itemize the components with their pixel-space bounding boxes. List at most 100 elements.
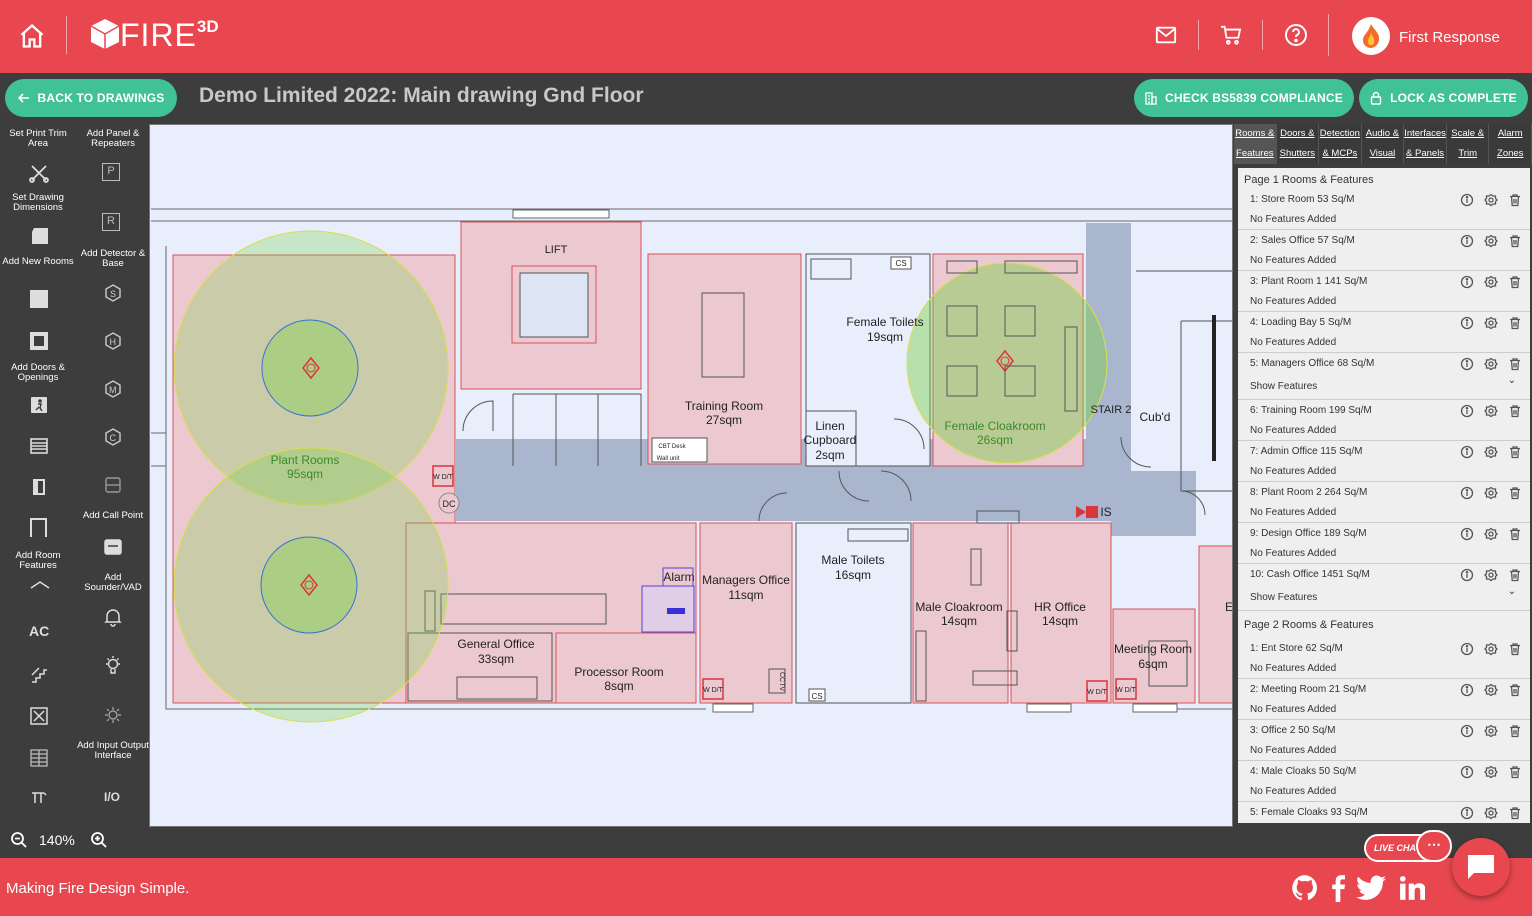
trash-icon[interactable] <box>1508 193 1522 212</box>
smoke-detector-icon[interactable]: S <box>104 284 128 308</box>
info-icon[interactable] <box>1460 806 1474 823</box>
trash-icon[interactable] <box>1508 683 1522 702</box>
room-list-item[interactable]: 6: Training Room 199 Sq/M No Features Add… <box>1238 400 1530 441</box>
room-shape-icon[interactable] <box>30 226 54 250</box>
room-list-item[interactable]: 10: Cash Office 1451 Sq/M Show Features ⌄ <box>1238 564 1530 611</box>
add-detector-base-tool[interactable]: Add Detector & Base <box>77 249 149 269</box>
settings-icon[interactable] <box>1484 642 1498 661</box>
set-print-trim-tool[interactable]: Set Print Trim Area <box>2 129 74 149</box>
github-icon[interactable] <box>1291 874 1319 907</box>
room-list-item[interactable]: 4: Male Cloaks 50 Sq/M No Features Added <box>1238 761 1530 802</box>
sounder-icon[interactable] <box>104 539 128 563</box>
user-name[interactable]: First Response <box>1399 29 1500 46</box>
info-icon[interactable] <box>1460 683 1474 702</box>
add-call-point-tool[interactable]: Add Call Point <box>77 511 149 521</box>
info-icon[interactable] <box>1460 404 1474 423</box>
help-icon[interactable] <box>1284 23 1308 52</box>
tab-detection[interactable]: Detection & MCPs <box>1319 124 1362 164</box>
trash-icon[interactable] <box>1508 806 1522 823</box>
room-list-item[interactable]: 2: Meeting Room 21 Sq/M No Features Added <box>1238 679 1530 720</box>
tab-rooms[interactable]: Rooms & Features <box>1234 124 1277 164</box>
settings-icon[interactable] <box>1484 445 1498 464</box>
tab-audio[interactable]: Audio & Visual <box>1362 124 1405 164</box>
check-compliance-button[interactable]: CHECK BS5839 COMPLIANCE <box>1134 79 1354 117</box>
call-point-icon[interactable] <box>104 476 128 500</box>
room-list-item[interactable]: 1: Ent Store 62 Sq/M No Features Added <box>1238 638 1530 679</box>
bell-icon[interactable] <box>104 607 128 631</box>
square-tool-icon[interactable] <box>30 290 48 308</box>
add-room-features-tool[interactable]: Add Room Features <box>2 551 74 571</box>
trash-icon[interactable] <box>1508 445 1522 464</box>
settings-icon[interactable] <box>1484 316 1498 335</box>
settings-icon[interactable] <box>1484 683 1498 702</box>
info-icon[interactable] <box>1460 357 1474 376</box>
multi-detector-icon[interactable]: M <box>104 380 128 404</box>
chevron-down-icon[interactable]: ⌄ <box>1508 375 1516 386</box>
set-drawing-dimensions-tool[interactable]: Set Drawing Dimensions <box>2 193 74 213</box>
mail-icon[interactable] <box>1155 25 1177 50</box>
settings-icon[interactable] <box>1484 357 1498 376</box>
trash-icon[interactable] <box>1508 724 1522 743</box>
trash-icon[interactable] <box>1508 642 1522 661</box>
info-icon[interactable] <box>1460 316 1474 335</box>
info-icon[interactable] <box>1460 193 1474 212</box>
trash-icon[interactable] <box>1508 275 1522 294</box>
settings-icon[interactable] <box>1484 724 1498 743</box>
chat-launcher-button[interactable] <box>1452 838 1510 896</box>
settings-icon[interactable] <box>1484 806 1498 823</box>
scissors-icon[interactable] <box>27 161 51 185</box>
add-panel-repeaters-tool[interactable]: Add Panel & Repeaters <box>77 129 149 149</box>
zoom-out-icon[interactable] <box>10 831 28 854</box>
settings-icon[interactable] <box>1484 404 1498 423</box>
room-list-item[interactable]: 9: Design Office 189 Sq/M No Features Add… <box>1238 523 1530 564</box>
info-icon[interactable] <box>1460 486 1474 505</box>
twitter-icon[interactable] <box>1356 875 1386 906</box>
settings-icon[interactable] <box>1484 527 1498 546</box>
door-frame-icon[interactable] <box>30 332 48 350</box>
io-module-icon[interactable] <box>104 706 128 730</box>
add-sounder-vad-tool[interactable]: Add Sounder/VAD <box>77 573 149 593</box>
room-list-item[interactable]: 7: Admin Office 115 Sq/M No Features Adde… <box>1238 441 1530 482</box>
tab-doors[interactable]: Doors & Shutters <box>1277 124 1320 164</box>
add-io-interface-tool[interactable]: Add Input Output Interface <box>77 741 149 761</box>
info-icon[interactable] <box>1460 568 1474 587</box>
panel-icon[interactable]: P <box>102 163 120 181</box>
room-features-text[interactable]: Show Features <box>1250 592 1317 603</box>
room-list-item[interactable]: 4: Loading Bay 5 Sq/M No Features Added <box>1238 312 1530 353</box>
room-list-item[interactable]: 1: Store Room 53 Sq/M No Features Added <box>1238 189 1530 230</box>
trash-icon[interactable] <box>1508 234 1522 253</box>
exit-sign-icon[interactable] <box>29 395 53 419</box>
trash-icon[interactable] <box>1508 568 1522 587</box>
cart-icon[interactable] <box>1220 25 1242 50</box>
info-icon[interactable] <box>1460 445 1474 464</box>
heat-detector-icon[interactable]: H <box>104 332 128 356</box>
io-tool[interactable]: I/O <box>104 790 120 804</box>
male-toilets-room[interactable] <box>795 522 912 704</box>
stairs-icon[interactable] <box>30 666 54 690</box>
info-icon[interactable] <box>1460 527 1474 546</box>
info-icon[interactable] <box>1460 765 1474 784</box>
live-chat-badge[interactable]: LIVE CHAT ⋯ <box>1364 830 1452 862</box>
rooms-list[interactable]: Page 1 Rooms & Features 1: Store Room 53… <box>1238 168 1530 823</box>
drawing-canvas[interactable]: LIFT Training Room 27sqm Female Toilets … <box>149 124 1233 827</box>
training-room[interactable] <box>647 253 802 465</box>
info-icon[interactable] <box>1460 234 1474 253</box>
trash-icon[interactable] <box>1508 527 1522 546</box>
room-list-item[interactable]: 5: Managers Office 68 Sq/M Show Features ⌄ <box>1238 353 1530 400</box>
ac-tool[interactable]: AC <box>29 623 49 639</box>
lift-icon[interactable] <box>29 748 53 772</box>
floor-plan[interactable]: LIFT Training Room 27sqm Female Toilets … <box>150 125 1233 827</box>
co-detector-icon[interactable]: C <box>104 428 128 452</box>
settings-icon[interactable] <box>1484 275 1498 294</box>
room-list-item[interactable]: 5: Female Cloaks 93 Sq/M <box>1238 802 1530 823</box>
tab-scale[interactable]: Scale & Trim <box>1447 124 1490 164</box>
arch-icon[interactable] <box>30 578 54 602</box>
add-new-rooms-tool[interactable]: Add New Rooms <box>2 257 74 267</box>
room-list-item[interactable]: 3: Plant Room 1 141 Sq/M No Features Adde… <box>1238 271 1530 312</box>
step-icon[interactable] <box>30 791 54 815</box>
room-features-text[interactable]: Show Features <box>1250 381 1317 392</box>
settings-icon[interactable] <box>1484 486 1498 505</box>
zoom-in-icon[interactable] <box>90 831 108 854</box>
home-icon[interactable] <box>18 22 46 50</box>
info-icon[interactable] <box>1460 642 1474 661</box>
